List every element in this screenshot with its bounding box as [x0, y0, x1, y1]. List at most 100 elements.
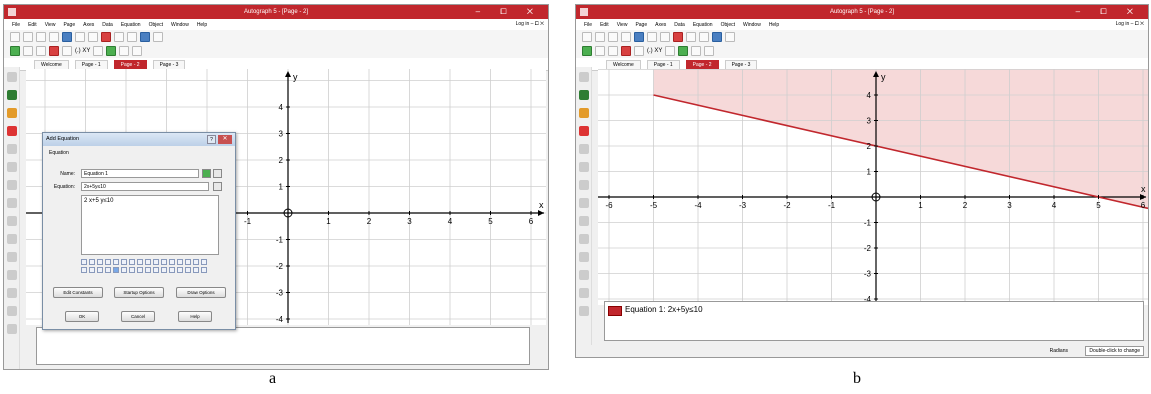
- save-icon[interactable]: [634, 32, 644, 42]
- menu-data[interactable]: Data: [674, 22, 685, 28]
- axes-icon[interactable]: [608, 46, 618, 56]
- shrink-y-icon[interactable]: [7, 252, 17, 262]
- zoom-out-icon[interactable]: [579, 180, 589, 190]
- page-icon[interactable]: [608, 32, 618, 42]
- scale-both-icon[interactable]: [7, 198, 17, 208]
- equation-field[interactable]: 2x+5y≤10: [81, 182, 209, 191]
- cut-icon[interactable]: [7, 324, 17, 334]
- pen-icon[interactable]: [579, 108, 589, 118]
- startup-options-button[interactable]: Startup Options: [114, 287, 164, 298]
- point-icon[interactable]: [634, 46, 644, 56]
- function-icon[interactable]: [132, 46, 143, 56]
- symbol-key[interactable]: [89, 267, 95, 273]
- menu-file[interactable]: File: [584, 22, 592, 28]
- paste-page-icon[interactable]: [7, 306, 17, 316]
- symbol-key[interactable]: [113, 267, 119, 273]
- symbol-key[interactable]: [97, 259, 103, 265]
- menu-object[interactable]: Object: [721, 22, 735, 28]
- table-icon[interactable]: [699, 32, 709, 42]
- new-icon[interactable]: [10, 32, 20, 42]
- add-point-icon[interactable]: [579, 90, 589, 100]
- copy-icon[interactable]: [595, 32, 605, 42]
- zoom-out-icon[interactable]: [7, 180, 17, 190]
- select-icon[interactable]: [7, 72, 17, 82]
- scale-y-icon[interactable]: [7, 234, 17, 244]
- graph-2d-icon[interactable]: [673, 32, 683, 42]
- name-refresh-icon[interactable]: [213, 169, 222, 178]
- menu-data[interactable]: Data: [102, 22, 113, 28]
- axes-icon[interactable]: [36, 46, 46, 56]
- symbol-key[interactable]: [185, 267, 191, 273]
- graph-3d-icon[interactable]: [114, 32, 124, 42]
- symbol-key[interactable]: [177, 267, 183, 273]
- open-folder-icon[interactable]: [49, 32, 59, 42]
- symbol-key[interactable]: [177, 259, 183, 265]
- stats-icon[interactable]: [712, 32, 722, 42]
- pen-icon[interactable]: [7, 108, 17, 118]
- scale-icon[interactable]: [621, 46, 631, 56]
- symbol-key[interactable]: [113, 259, 119, 265]
- copy-icon[interactable]: [23, 32, 33, 42]
- symbol-key[interactable]: [169, 259, 175, 265]
- point-icon[interactable]: [62, 46, 72, 56]
- equation-keyboard-icon[interactable]: [213, 182, 222, 191]
- window-controls[interactable]: – ⧠ ✕: [1076, 7, 1142, 17]
- add-point-icon[interactable]: [7, 90, 17, 100]
- line-icon[interactable]: [665, 46, 676, 56]
- symbol-key[interactable]: [153, 259, 159, 265]
- symbol-key[interactable]: [201, 267, 207, 273]
- zoom-in-icon[interactable]: [7, 162, 17, 172]
- cancel-button[interactable]: Cancel: [121, 311, 155, 322]
- tick-icon[interactable]: [106, 46, 117, 56]
- zoom-in-icon[interactable]: [579, 162, 589, 172]
- function-icon[interactable]: [704, 46, 715, 56]
- menu-help[interactable]: Help: [197, 22, 207, 28]
- symbol-key[interactable]: [161, 267, 167, 273]
- menu-axes[interactable]: Axes: [655, 22, 666, 28]
- menu-axes[interactable]: Axes: [83, 22, 94, 28]
- zoom-icon[interactable]: [660, 32, 670, 42]
- select-icon[interactable]: [579, 72, 589, 82]
- menu-equation[interactable]: Equation: [693, 22, 713, 28]
- dialog-help-icon[interactable]: ?: [207, 135, 216, 144]
- undo-icon[interactable]: [75, 32, 85, 42]
- hand-icon[interactable]: [579, 144, 589, 154]
- name-field[interactable]: Equation 1: [81, 169, 199, 178]
- shrink-x-icon[interactable]: [579, 270, 589, 280]
- save-icon[interactable]: [62, 32, 72, 42]
- symbol-key[interactable]: [105, 267, 111, 273]
- help-button[interactable]: Help: [178, 311, 212, 322]
- copy-page-icon[interactable]: [7, 288, 17, 298]
- toolbar-xy[interactable]: (.) XY: [647, 48, 662, 54]
- symbol-key[interactable]: [89, 259, 95, 265]
- symbol-key[interactable]: [137, 267, 143, 273]
- equation-legend[interactable]: Equation 1: 2x+5y≤10: [604, 301, 1144, 341]
- symbol-key[interactable]: [81, 259, 87, 265]
- ok-button[interactable]: OK: [65, 311, 99, 322]
- page-icon[interactable]: [36, 32, 46, 42]
- scale-x-icon[interactable]: [7, 216, 17, 226]
- scale-y-icon[interactable]: [579, 234, 589, 244]
- paste-page-icon[interactable]: [579, 306, 589, 316]
- table-icon[interactable]: [127, 32, 137, 42]
- symbol-key[interactable]: [161, 259, 167, 265]
- dialog-close-icon[interactable]: ✕: [218, 135, 232, 144]
- menu-object[interactable]: Object: [149, 22, 163, 28]
- symbol-key[interactable]: [193, 259, 199, 265]
- symbol-key[interactable]: [193, 267, 199, 273]
- menu-view[interactable]: View: [45, 22, 56, 28]
- grid-icon[interactable]: [23, 46, 33, 56]
- checkbox-icon[interactable]: [582, 46, 592, 56]
- undo-icon[interactable]: [647, 32, 657, 42]
- name-color-icon[interactable]: [202, 169, 211, 178]
- symbol-key[interactable]: [129, 267, 135, 273]
- scale-icon[interactable]: [49, 46, 59, 56]
- eraser-icon[interactable]: [579, 126, 589, 136]
- symbol-key[interactable]: [129, 259, 135, 265]
- symbol-key[interactable]: [97, 267, 103, 273]
- symbol-key[interactable]: [121, 259, 127, 265]
- symbol-key[interactable]: [145, 259, 151, 265]
- text-icon[interactable]: [725, 32, 735, 42]
- login-link[interactable]: Log in – ⧠ ✕: [516, 21, 544, 27]
- line-icon[interactable]: [93, 46, 104, 56]
